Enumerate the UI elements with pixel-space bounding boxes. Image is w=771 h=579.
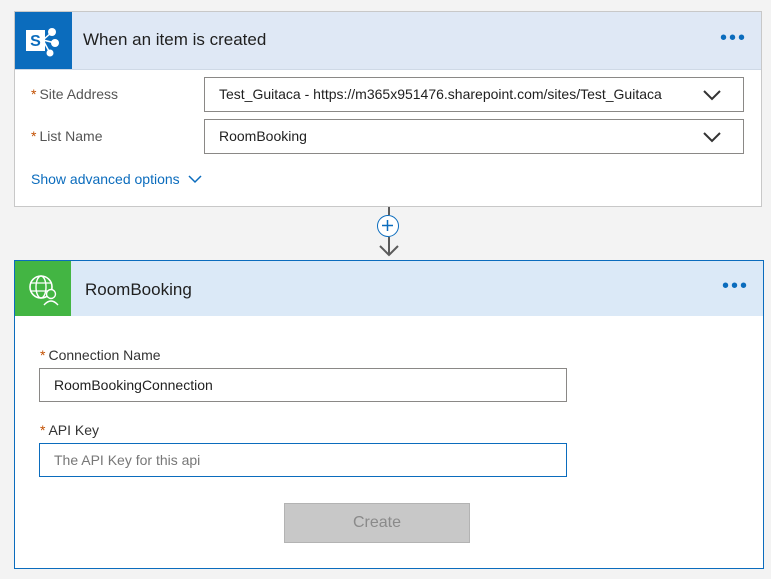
trigger-card: S When an item is created ••• * Site Addr… xyxy=(14,11,762,207)
list-name-label: * List Name xyxy=(31,128,103,144)
required-mark: * xyxy=(31,128,37,144)
trigger-header[interactable]: S When an item is created ••• xyxy=(15,12,761,70)
action-title: RoomBooking xyxy=(85,280,192,299)
add-step-button[interactable] xyxy=(377,215,399,237)
list-name-value: RoomBooking xyxy=(219,128,307,144)
api-key-input[interactable] xyxy=(39,443,567,477)
trigger-title: When an item is created xyxy=(83,30,267,49)
required-mark: * xyxy=(31,86,37,102)
chevron-down-icon xyxy=(188,175,202,184)
trigger-more-menu[interactable]: ••• xyxy=(720,28,747,48)
chevron-down-icon xyxy=(703,130,721,146)
required-mark: * xyxy=(40,422,46,438)
svg-text:S: S xyxy=(30,33,41,50)
api-key-label: * API Key xyxy=(40,422,100,438)
sharepoint-icon: S xyxy=(15,12,72,69)
connector-line xyxy=(388,207,390,215)
site-address-value: Test_Guitaca - https://m365x951476.share… xyxy=(219,86,662,102)
connection-name-input[interactable] xyxy=(39,368,567,402)
plus-icon xyxy=(382,220,393,231)
create-button[interactable]: Create xyxy=(284,503,470,543)
action-card: RoomBooking ••• *Connection Name *API Ke… xyxy=(14,260,764,569)
site-address-label: * Site Address xyxy=(31,86,119,102)
arrow-down-icon xyxy=(379,245,399,257)
connection-name-label: * Connection Name xyxy=(40,347,161,363)
required-mark: * xyxy=(40,347,46,363)
list-name-dropdown[interactable]: RoomBooking xyxy=(204,119,744,154)
show-advanced-options-link[interactable]: Show advanced options xyxy=(31,171,202,187)
action-header[interactable]: RoomBooking ••• xyxy=(15,261,763,316)
globe-person-icon xyxy=(15,261,71,316)
action-more-menu[interactable]: ••• xyxy=(722,276,749,296)
chevron-down-icon xyxy=(703,88,721,104)
site-address-dropdown[interactable]: Test_Guitaca - https://m365x951476.share… xyxy=(204,77,744,112)
